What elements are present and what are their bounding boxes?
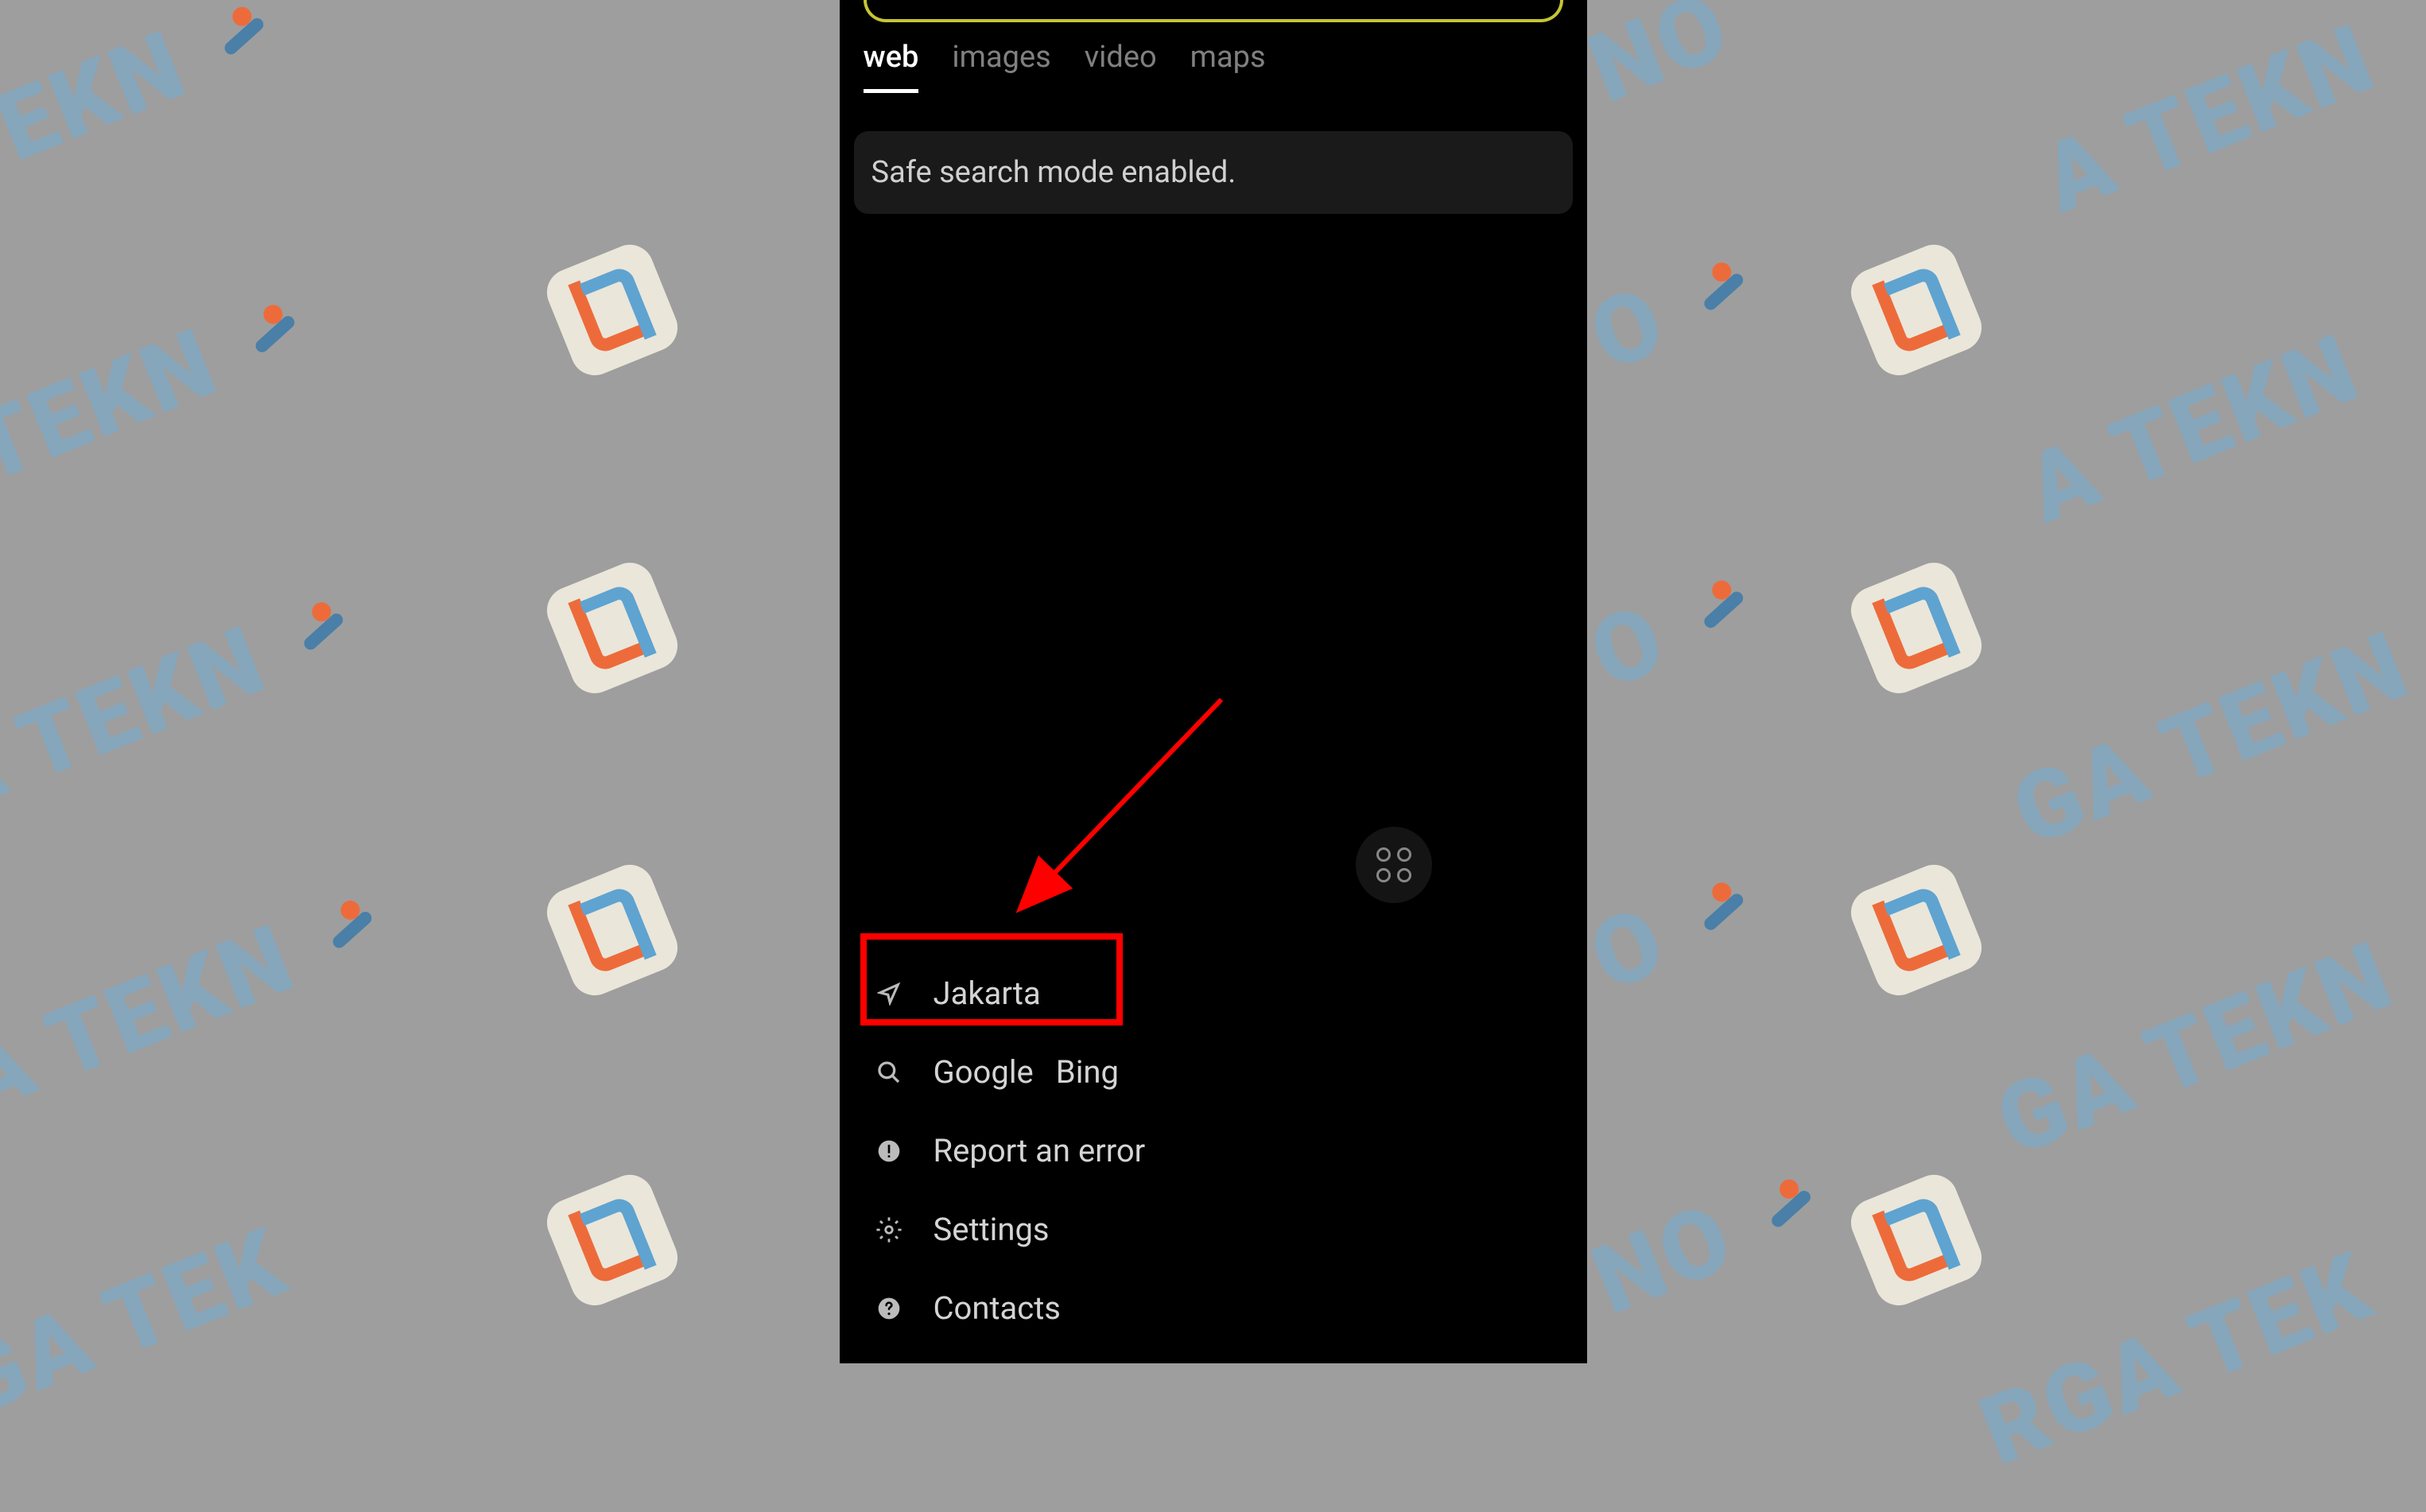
watermark-logo-icon <box>1844 1168 1989 1312</box>
watermark-text: A TEKN <box>2012 312 2375 545</box>
watermark-logo-icon <box>540 556 685 700</box>
watermark-figure <box>231 294 319 373</box>
menu-item-settings[interactable]: Settings <box>871 1190 1555 1269</box>
watermark-text: GA TEKN <box>1998 610 2424 868</box>
grid-apps-button[interactable] <box>1356 827 1432 903</box>
tab-web[interactable]: web <box>864 40 919 93</box>
watermark-text: O <box>1576 583 1682 711</box>
watermark-text: NO <box>1578 1182 1749 1337</box>
watermark-text: URGA TEKN <box>0 605 281 913</box>
watermark-text: GA TEKN <box>0 10 202 268</box>
watermark-text: O <box>1576 265 1682 394</box>
menu-item-report-error[interactable]: Report an error <box>871 1111 1555 1190</box>
tab-video[interactable]: video <box>1085 40 1157 93</box>
watermark-figure <box>1679 872 1767 951</box>
grid-icon <box>1376 847 1411 882</box>
watermark-text: RGA TEK <box>1966 1231 2389 1487</box>
search-engine-google[interactable]: Google <box>934 1053 1034 1091</box>
annotation-arrow <box>983 692 1245 930</box>
watermark-text: A TEKN <box>2028 2 2391 235</box>
tab-maps[interactable]: maps <box>1190 40 1266 93</box>
watermark-figure <box>279 591 367 670</box>
menu-item-contacts[interactable]: Contacts <box>871 1269 1555 1347</box>
watermark-text: RGA TEKN <box>0 307 233 590</box>
watermark-text: NO <box>1574 0 1745 126</box>
question-icon <box>875 1294 903 1323</box>
watermark-figure <box>1747 1169 1834 1247</box>
location-arrow-icon <box>875 979 903 1008</box>
watermark-logo-icon <box>540 238 685 382</box>
menu-item-search-engines: Google Bing <box>871 1033 1555 1111</box>
watermark-logo-icon <box>1844 556 1989 700</box>
error-icon <box>875 1137 903 1165</box>
watermark-logo-icon <box>1844 858 1989 1002</box>
safe-search-banner: Safe search mode enabled. <box>854 131 1573 214</box>
watermark-text: O <box>1576 885 1682 1014</box>
report-error-label: Report an error <box>934 1132 1146 1169</box>
gear-icon <box>875 1215 903 1244</box>
search-bar-outline[interactable] <box>864 0 1563 22</box>
settings-label: Settings <box>934 1211 1050 1248</box>
watermark-figure <box>1679 252 1767 331</box>
watermark-logo-icon <box>540 858 685 1002</box>
search-tabs: web images video maps <box>864 40 1266 93</box>
safe-search-text: Safe search mode enabled. <box>871 155 1236 190</box>
menu-item-location[interactable]: Jakarta <box>871 954 1555 1033</box>
search-engine-bing[interactable]: Bing <box>1056 1053 1119 1091</box>
search-icon <box>875 1058 903 1087</box>
watermark-text: SURGA TEK <box>0 1207 302 1512</box>
phone-screen: web images video maps Safe search mode e… <box>840 0 1587 1363</box>
footer-menu: Jakarta Google Bing Rep <box>840 954 1587 1363</box>
watermark-logo-icon <box>1844 238 1989 382</box>
watermark-figure <box>1679 570 1767 649</box>
location-label: Jakarta <box>934 975 1041 1012</box>
watermark-figure <box>309 890 396 969</box>
tab-images[interactable]: images <box>952 40 1050 93</box>
watermark-text: GA TEKN <box>1982 920 2409 1178</box>
watermark-logo-icon <box>540 1168 685 1312</box>
watermark-text: SURGA TEKN <box>0 903 310 1235</box>
contacts-label: Contacts <box>934 1289 1061 1327</box>
watermark-figure <box>200 0 287 75</box>
